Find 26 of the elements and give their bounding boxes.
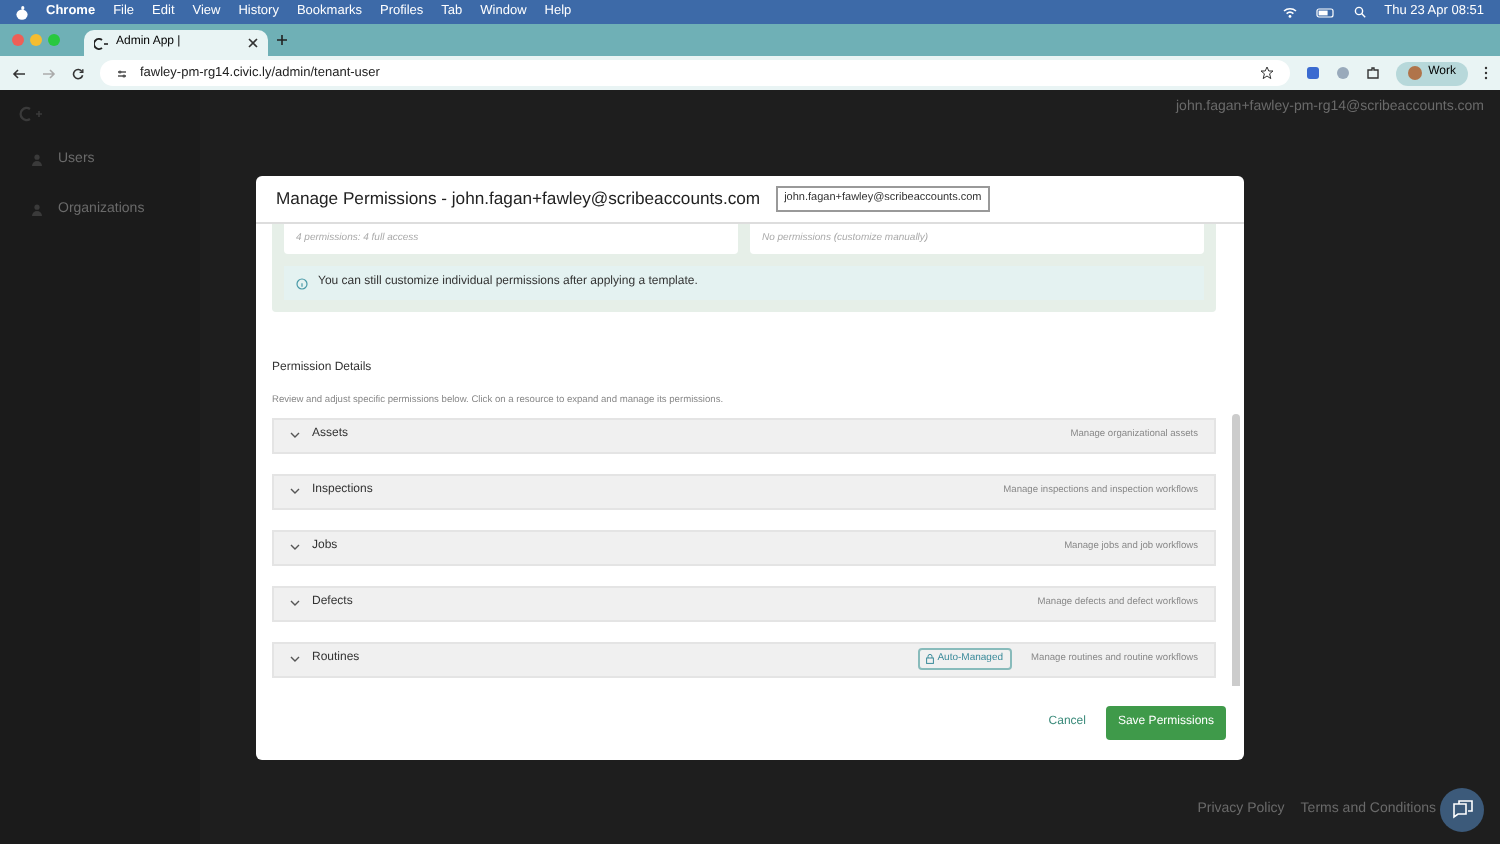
chevron-icon[interactable] [290,600,300,607]
battery-icon[interactable] [1316,7,1337,17]
info-icon [296,277,308,290]
user-icon [32,154,42,167]
chat-icon [1451,800,1473,820]
chat-button[interactable] [1440,788,1484,832]
apple-icon [16,5,28,19]
modal-title: Manage Permissions - john.fagan+fawley@scribeaccounts.com [276,186,761,212]
avatar-icon [1408,66,1423,80]
chevron-icon[interactable] [290,656,300,663]
chevron-icon[interactable] [290,432,300,439]
site-settings-icon[interactable] [116,67,128,79]
scrollbar[interactable] [1232,413,1240,686]
reload-icon[interactable] [72,67,84,79]
user-icon [32,203,42,216]
back-icon[interactable] [12,67,26,79]
star-icon[interactable] [1260,66,1275,80]
search-icon[interactable] [1354,6,1367,18]
new-tab-icon[interactable] [276,34,288,46]
lock-icon [925,654,934,665]
chevron-icon[interactable] [290,544,300,551]
logo-icon [16,106,44,122]
chevron-icon[interactable] [290,488,300,495]
close-tab-icon[interactable] [248,38,258,48]
site-icon [94,37,108,49]
wifi-icon[interactable] [1282,6,1299,18]
